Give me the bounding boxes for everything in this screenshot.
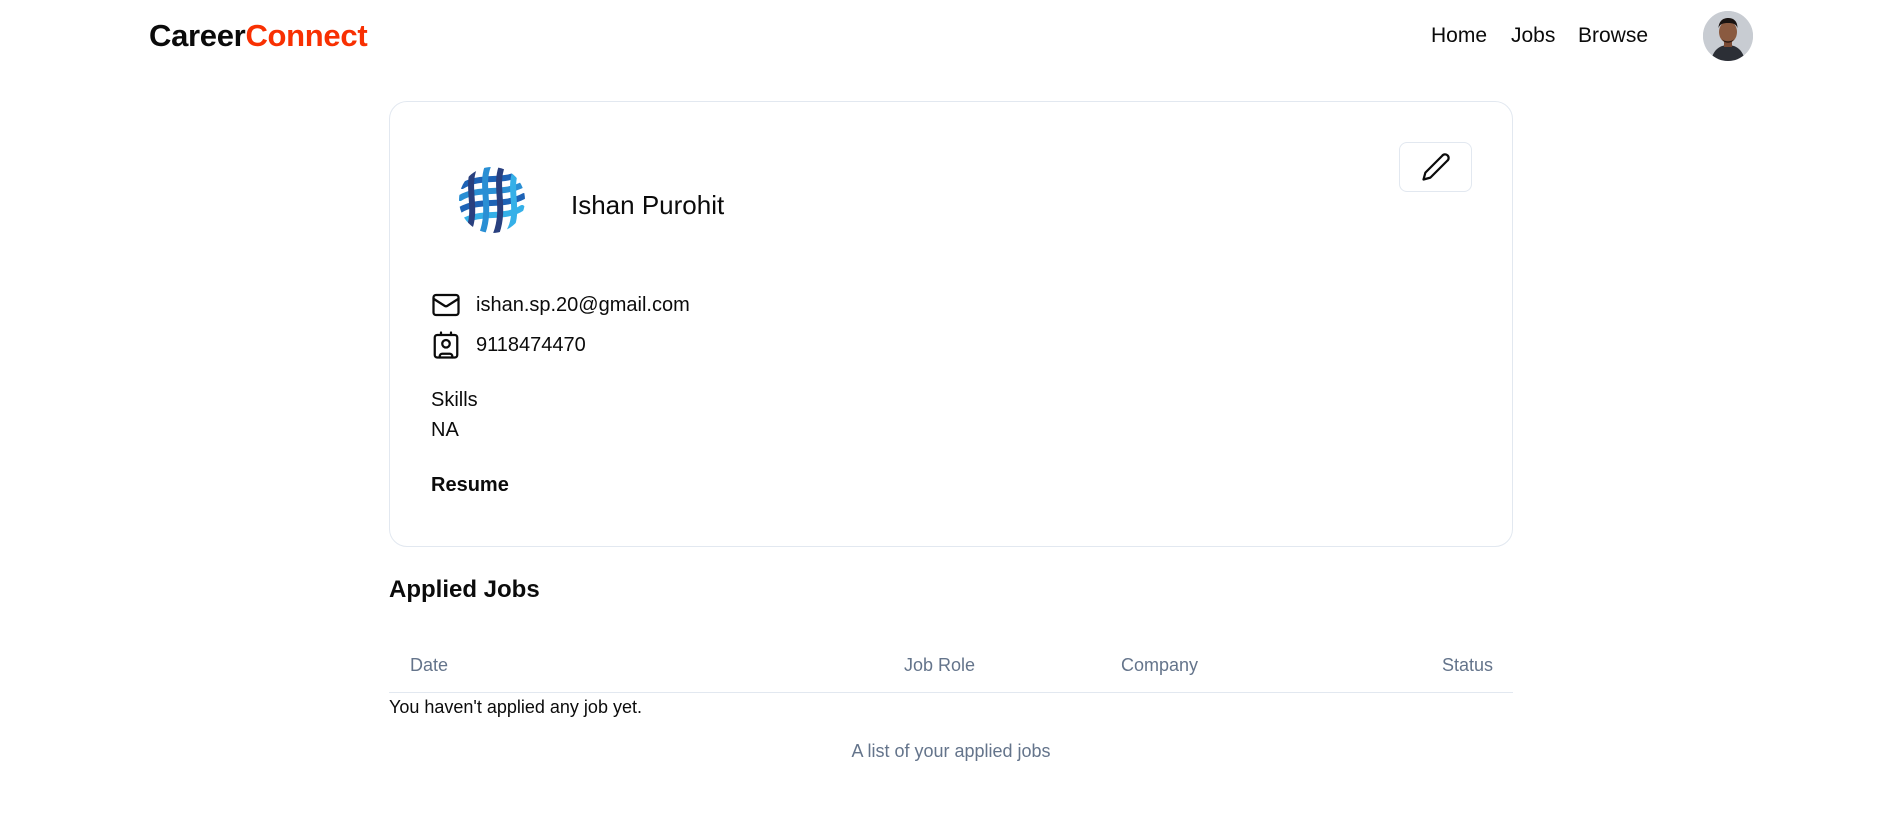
profile-name: Ishan Purohit — [571, 190, 725, 220]
edit-profile-button[interactable] — [1399, 142, 1472, 192]
mail-icon — [431, 290, 461, 320]
nav-link-jobs[interactable]: Jobs — [1511, 24, 1555, 48]
column-header-status: Status — [1441, 655, 1493, 675]
column-header-job-role: Job Role — [904, 655, 976, 675]
navbar: CareerConnect Home Jobs Browse — [0, 0, 1892, 76]
applied-jobs-title: Applied Jobs — [389, 576, 540, 603]
logo-graphic — [459, 167, 525, 233]
phone-row: 9118474470 — [431, 329, 586, 361]
nav-link-browse[interactable]: Browse — [1578, 24, 1648, 48]
email-row: ishan.sp.20@gmail.com — [431, 289, 690, 321]
phone-text: 9118474470 — [476, 333, 586, 356]
pencil-icon — [1421, 153, 1450, 181]
empty-state-message: You haven't applied any job yet. — [389, 697, 642, 717]
avatar-photo-icon — [1703, 11, 1753, 61]
nav-links: Home Jobs Browse — [0, 24, 1892, 54]
resume-label: Resume — [431, 474, 509, 496]
nav-link-home[interactable]: Home — [1431, 24, 1487, 48]
user-avatar[interactable] — [1703, 11, 1753, 61]
profile-card: Ishan Purohit ishan.sp.20@gmail.com 9118… — [389, 101, 1513, 547]
company-logo-icon — [456, 164, 528, 236]
column-header-date: Date — [410, 655, 449, 675]
email-text: ishan.sp.20@gmail.com — [476, 293, 690, 316]
contact-icon — [431, 330, 461, 360]
applied-jobs-table: Date Job Role Company Status — [389, 642, 1513, 693]
column-header-company: Company — [1121, 655, 1199, 675]
skills-value: NA — [431, 419, 459, 441]
skills-label: Skills — [431, 389, 478, 411]
table-caption: A list of your applied jobs — [851, 741, 1051, 761]
table-header: Date Job Role Company Status — [389, 642, 1513, 693]
